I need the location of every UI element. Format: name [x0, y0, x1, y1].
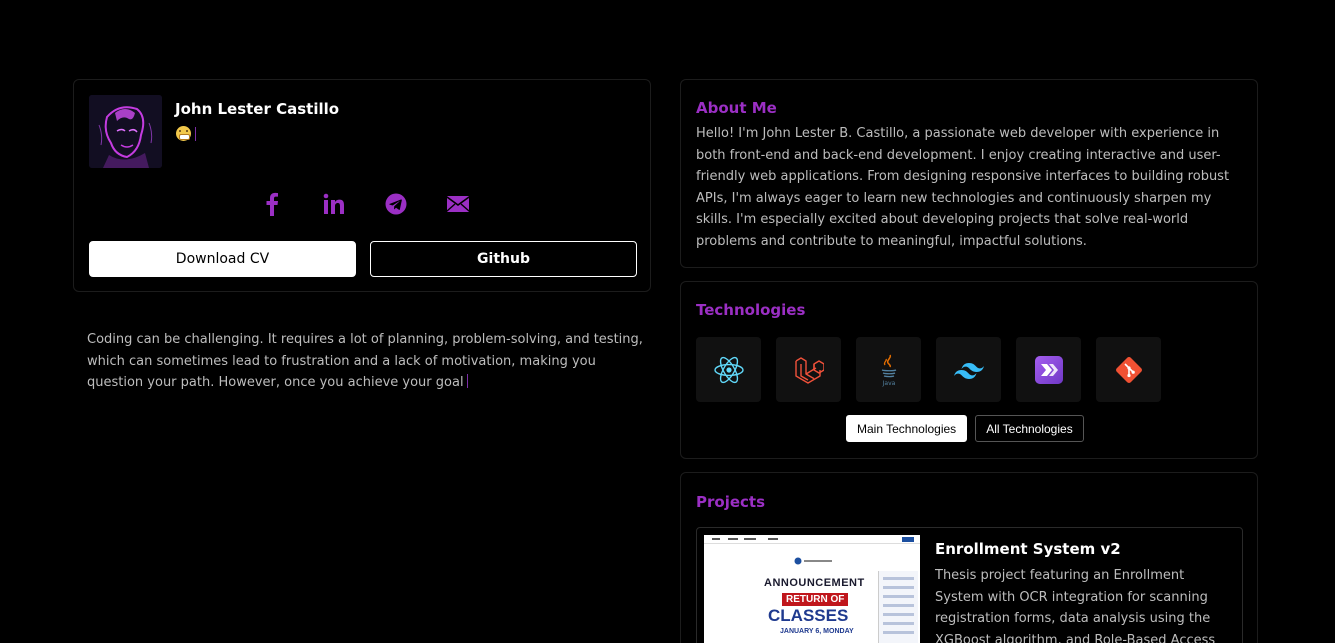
about-title: About Me [696, 99, 777, 117]
email-icon[interactable] [442, 188, 474, 220]
thumbnail-big-text: CLASSES [768, 606, 849, 625]
project-item[interactable]: ANNOUNCEMENT RETURN OF CLASSES JANUARY 6… [696, 527, 1243, 643]
git-icon[interactable] [1096, 337, 1161, 402]
linkedin-icon[interactable] [318, 188, 350, 220]
thumbnail-date: JANUARY 6, MONDAY [780, 628, 854, 635]
grin-emoji-icon [176, 126, 191, 141]
typing-caret [195, 126, 196, 141]
thumbnail-navbar [704, 535, 920, 544]
technologies-card: Technologies Java Main Technologies All … [680, 281, 1258, 459]
thumbnail-heading: ANNOUNCEMENT [764, 577, 865, 589]
technologies-tabs: Main Technologies All Technologies [846, 415, 1084, 442]
about-card: About Me Hello! I'm John Lester B. Casti… [680, 79, 1258, 268]
laravel-icon[interactable] [776, 337, 841, 402]
project-title: Enrollment System v2 [935, 540, 1121, 558]
projects-card: Projects ANNOUNCEMENT RETURN OF CLASSES … [680, 472, 1258, 643]
quote-text: Coding can be challenging. It requires a… [87, 332, 643, 390]
download-cv-button[interactable]: Download CV [89, 241, 356, 277]
project-thumbnail: ANNOUNCEMENT RETURN OF CLASSES JANUARY 6… [704, 535, 920, 643]
profile-status [176, 126, 196, 141]
typing-caret [466, 374, 468, 388]
github-button[interactable]: Github [370, 241, 637, 277]
tab-all-technologies[interactable]: All Technologies [975, 415, 1084, 442]
thumbnail-logo [794, 557, 834, 565]
technologies-list: Java [696, 337, 1161, 402]
typing-quote: Coding can be challenging. It requires a… [87, 329, 647, 394]
avatar [89, 95, 162, 168]
profile-card: John Lester Castillo Download CV Github [73, 79, 651, 292]
java-icon[interactable]: Java [856, 337, 921, 402]
tailwind-icon[interactable] [936, 337, 1001, 402]
thumbnail-side-panel [878, 571, 918, 643]
svg-text:Java: Java [881, 380, 895, 387]
profile-name: John Lester Castillo [175, 100, 340, 118]
projects-title: Projects [696, 493, 766, 511]
social-links [256, 188, 474, 220]
technologies-title: Technologies [696, 301, 806, 319]
thumbnail-banner: RETURN OF [782, 593, 849, 606]
facebook-icon[interactable] [256, 188, 288, 220]
project-description: Thesis project featuring an Enrollment S… [935, 568, 1216, 643]
react-icon[interactable] [696, 337, 761, 402]
tab-main-technologies[interactable]: Main Technologies [846, 415, 968, 442]
about-text: Hello! I'm John Lester B. Castillo, a pa… [696, 126, 1230, 249]
power-automate-icon[interactable] [1016, 337, 1081, 402]
telegram-icon[interactable] [380, 188, 412, 220]
profile-actions: Download CV Github [89, 241, 637, 277]
